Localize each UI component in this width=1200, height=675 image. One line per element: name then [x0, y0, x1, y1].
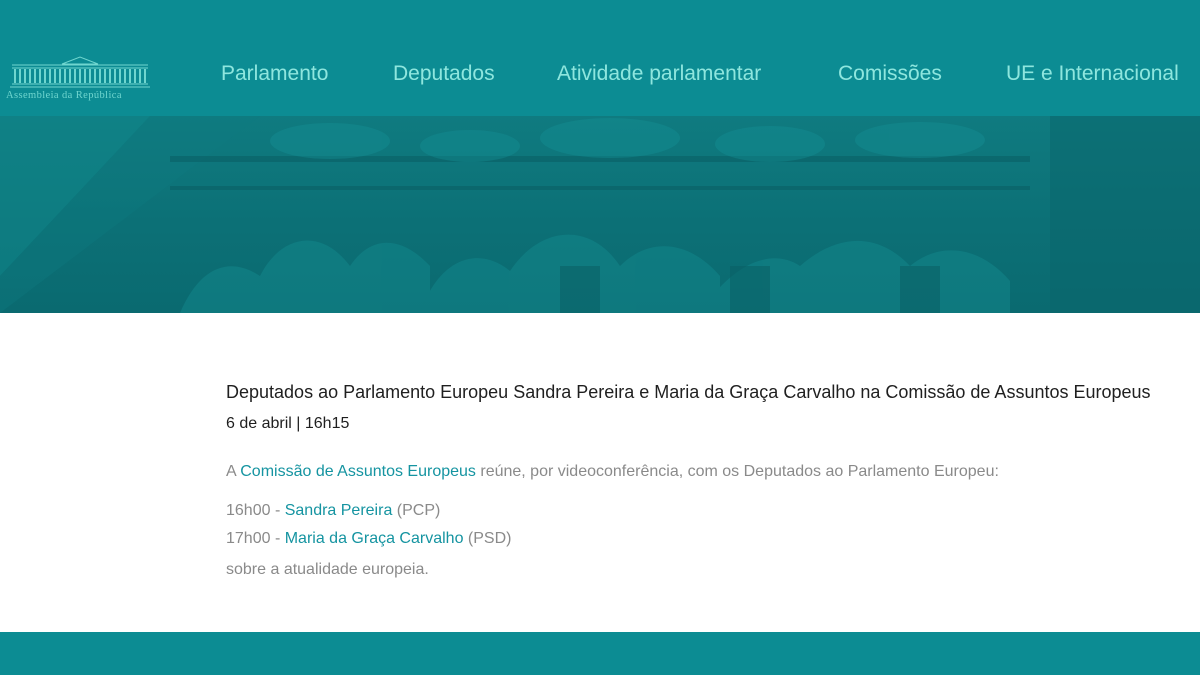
article-outro: sobre a atualidade europeia. — [226, 561, 429, 578]
committee-link[interactable]: Comissão de Assuntos Europeus — [240, 463, 476, 480]
schedule-party: (PCP) — [392, 502, 441, 519]
article-intro: A Comissão de Assuntos Europeus reúne, p… — [226, 462, 1166, 482]
deputy-link-sandra-pereira[interactable]: Sandra Pereira — [285, 502, 393, 519]
intro-suffix: reúne, por videoconferência, com os Depu… — [475, 463, 999, 480]
article-title: Deputados ao Parlamento Europeu Sandra P… — [226, 382, 1151, 402]
nav-item-comissoes[interactable]: Comissões — [838, 62, 942, 86]
news-article: Deputados ao Parlamento Europeu Sandra P… — [226, 381, 1166, 580]
intro-prefix: A — [226, 463, 241, 480]
deputy-link-maria-da-graca-carvalho[interactable]: Maria da Graça Carvalho — [285, 530, 464, 547]
sculpture-relief-image — [0, 116, 1200, 313]
site-header: Assembleia da República Parlamento Deput… — [0, 0, 1200, 116]
nav-item-atividade-parlamentar[interactable]: Atividade parlamentar — [557, 62, 761, 86]
meeting-schedule: 16h00 - Sandra Pereira (PCP) 17h00 - Mar… — [226, 501, 1166, 557]
schedule-time: 16h00 - — [226, 502, 285, 519]
hero-banner — [0, 116, 1200, 313]
parliament-building-icon — [10, 56, 150, 88]
schedule-party: (PSD) — [463, 530, 512, 547]
parliament-logo[interactable]: Assembleia da República — [6, 56, 154, 108]
schedule-time: 17h00 - — [226, 530, 285, 547]
article-date: 6 de abril | 16h15 — [226, 415, 350, 432]
nav-item-ue-internacional[interactable]: UE e Internacional — [1006, 62, 1179, 86]
article-body: A Comissão de Assuntos Europeus reúne, p… — [226, 462, 1166, 580]
schedule-item: 16h00 - Sandra Pereira (PCP) — [226, 501, 1166, 529]
nav-item-deputados[interactable]: Deputados — [393, 62, 495, 86]
schedule-item: 17h00 - Maria da Graça Carvalho (PSD) — [226, 529, 1166, 557]
footer-bar — [0, 632, 1200, 675]
nav-item-parlamento[interactable]: Parlamento — [221, 62, 328, 86]
logo-wordmark: Assembleia da República — [6, 90, 122, 101]
